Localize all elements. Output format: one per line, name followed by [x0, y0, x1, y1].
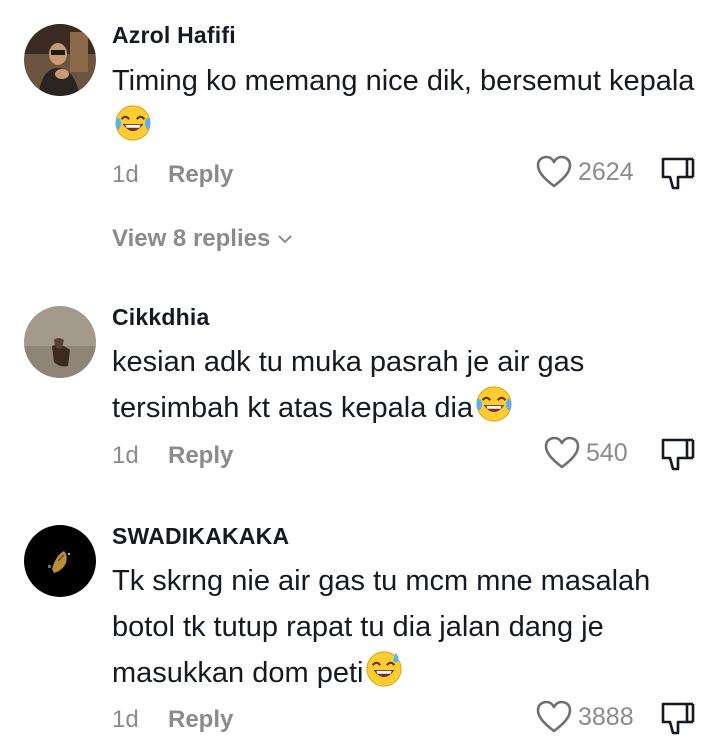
heart-icon [544, 436, 580, 469]
comment-time: 1d [112, 442, 139, 469]
like-count: 3888 [578, 702, 634, 731]
like-count: 540 [586, 438, 628, 467]
reply-button[interactable]: Reply [168, 442, 233, 470]
view-replies-button[interactable]: View 8 replies [112, 225, 294, 253]
comment-text-content: kesian adk tu muka pasrah je air gas ter… [112, 346, 585, 424]
dislike-icon[interactable] [660, 436, 696, 472]
like-count: 2624 [578, 157, 634, 186]
comment-time: 1d [112, 161, 139, 188]
comment-text: Tk skrng nie air gas tu mcm mne masalah … [112, 558, 702, 696]
heart-icon [536, 700, 572, 733]
laughing-tears-emoji [115, 105, 151, 141]
like-button[interactable]: 540 [544, 436, 628, 470]
dislike-icon[interactable] [660, 155, 696, 191]
comment-text: Timing ko memang nice dik, bersemut kepa… [112, 58, 702, 150]
heart-icon [536, 155, 572, 188]
reply-button[interactable]: Reply [168, 161, 233, 189]
like-button[interactable]: 3888 [536, 700, 634, 734]
dislike-icon[interactable] [660, 700, 696, 736]
avatar[interactable] [24, 24, 96, 96]
comment-time: 1d [112, 706, 139, 733]
chevron-down-icon [278, 235, 293, 244]
comment-item: Azrol Hafifi Timing ko memang nice dik, … [0, 0, 720, 270]
username[interactable]: SWADIKAKAKA [112, 523, 289, 550]
username[interactable]: Cikkdhia [112, 304, 209, 331]
sweat-smile-emoji [366, 651, 403, 687]
avatar[interactable] [24, 525, 96, 597]
comment-text: kesian adk tu muka pasrah je air gas ter… [112, 339, 702, 431]
username[interactable]: Azrol Hafifi [112, 22, 236, 49]
laughing-tears-emoji [476, 386, 512, 422]
avatar[interactable] [24, 306, 96, 378]
like-button[interactable]: 2624 [536, 155, 634, 189]
comment-text-content: Timing ko memang nice dik, bersemut kepa… [112, 65, 695, 97]
view-replies-label: View 8 replies [112, 225, 271, 252]
reply-button[interactable]: Reply [168, 706, 233, 734]
